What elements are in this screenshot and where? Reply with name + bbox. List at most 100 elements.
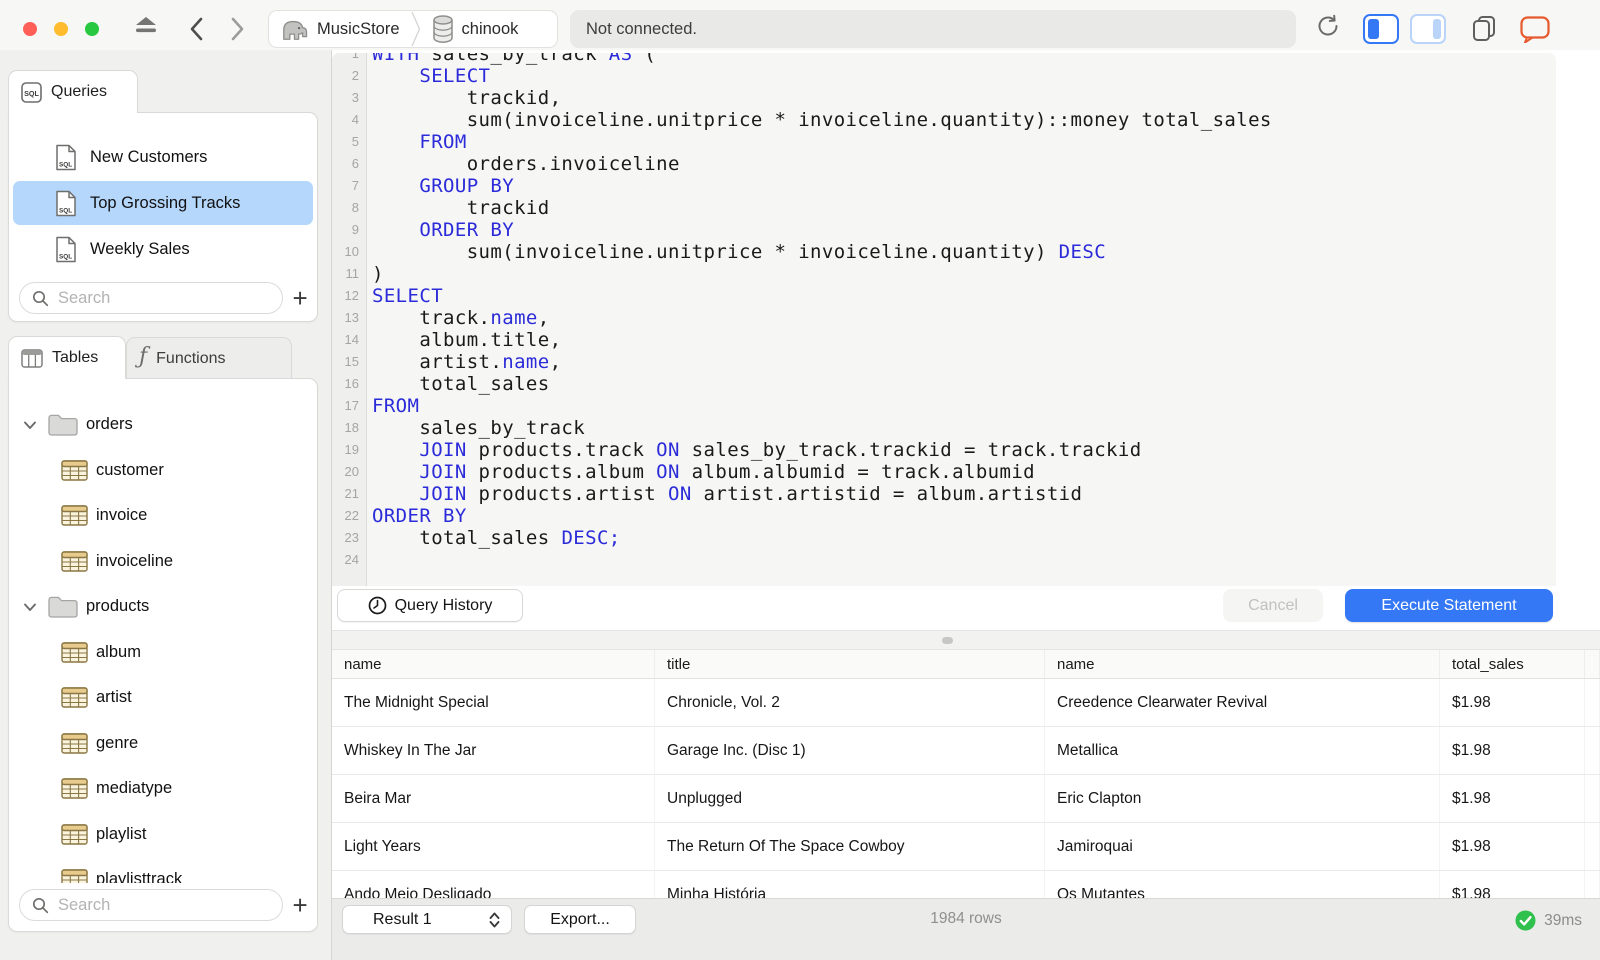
code-line[interactable]: 19 JOIN products.track ON sales_by_track… bbox=[332, 439, 1556, 461]
code-line[interactable]: 14 album.title, bbox=[332, 329, 1556, 351]
tree-table-row[interactable]: artist bbox=[9, 675, 317, 720]
tree-table-row[interactable]: invoiceline bbox=[9, 539, 317, 584]
table-cell[interactable]: Os Mutantes bbox=[1045, 871, 1440, 898]
toggle-left-sidebar-button[interactable] bbox=[1363, 14, 1399, 44]
minimize-window-button[interactable] bbox=[54, 22, 68, 36]
tree-table-row[interactable]: mediatype bbox=[9, 766, 317, 811]
table-row[interactable]: The Midnight Special Chronicle, Vol. 2 Cre… bbox=[332, 679, 1600, 727]
chevron-down-icon[interactable] bbox=[23, 601, 37, 613]
table-cell[interactable]: Creedence Clearwater Revival bbox=[1045, 679, 1440, 726]
table-cell[interactable]: $1.98 bbox=[1440, 775, 1585, 822]
forward-button[interactable] bbox=[226, 15, 248, 43]
table-cell[interactable]: Unplugged bbox=[655, 775, 1045, 822]
table-row[interactable]: Beira Mar Unplugged Eric Clapton $1.98 bbox=[332, 775, 1600, 823]
toggle-right-sidebar-button[interactable] bbox=[1410, 14, 1446, 44]
refresh-icon[interactable] bbox=[1314, 14, 1342, 37]
table-row[interactable]: Light Years The Return Of The Space Cowbo… bbox=[332, 823, 1600, 871]
column-header[interactable]: total_sales bbox=[1440, 650, 1585, 678]
table-cell[interactable]: Jamiroquai bbox=[1045, 823, 1440, 870]
query-item[interactable]: SQL New Customers bbox=[13, 135, 313, 179]
column-header[interactable]: title bbox=[655, 650, 1045, 678]
code-line[interactable]: 16 total_sales bbox=[332, 373, 1556, 395]
table-cell[interactable]: $1.98 bbox=[1440, 871, 1585, 898]
table-cell[interactable] bbox=[1585, 775, 1600, 822]
code-line[interactable]: 3 trackid, bbox=[332, 87, 1556, 109]
column-header[interactable] bbox=[1585, 650, 1600, 678]
code-line[interactable]: 24 bbox=[332, 549, 1556, 571]
windows-overlap-icon[interactable] bbox=[1468, 13, 1500, 43]
pane-divider[interactable] bbox=[332, 630, 1600, 650]
pane-drag-handle[interactable] bbox=[942, 637, 953, 644]
code-line[interactable]: 12 SELECT bbox=[332, 285, 1556, 307]
column-header[interactable]: name bbox=[332, 650, 655, 678]
add-table-button[interactable]: + bbox=[283, 889, 317, 921]
code-line[interactable]: 11) bbox=[332, 263, 1556, 285]
sql-editor[interactable]: 1 WITH sales_by_track AS (2 SELECT 3 track… bbox=[332, 53, 1556, 586]
code-line[interactable]: 22 ORDER BY bbox=[332, 505, 1556, 527]
breadcrumb-database[interactable]: chinook bbox=[422, 11, 529, 47]
table-cell[interactable] bbox=[1585, 727, 1600, 774]
table-cell[interactable]: The Midnight Special bbox=[332, 679, 655, 726]
table-cell[interactable]: Beira Mar bbox=[332, 775, 655, 822]
table-cell[interactable]: Eric Clapton bbox=[1045, 775, 1440, 822]
code-line[interactable]: 4 sum(invoiceline.unitprice * invoicelin… bbox=[332, 109, 1556, 131]
code-line[interactable]: 2 SELECT bbox=[332, 65, 1556, 87]
table-cell[interactable]: Whiskey In The Jar bbox=[332, 727, 655, 774]
chat-bubble-icon[interactable] bbox=[1518, 14, 1552, 44]
code-line[interactable]: 13 track.name, bbox=[332, 307, 1556, 329]
table-cell[interactable]: $1.98 bbox=[1440, 823, 1585, 870]
table-cell[interactable]: Ando Meio Desligado bbox=[332, 871, 655, 898]
code-line[interactable]: 17 FROM bbox=[332, 395, 1556, 417]
column-header[interactable]: name bbox=[1045, 650, 1440, 678]
table-cell[interactable]: $1.98 bbox=[1440, 679, 1585, 726]
tree-table-row[interactable]: genre bbox=[9, 721, 317, 766]
tables-search-input[interactable] bbox=[56, 894, 260, 916]
queries-search-input-box[interactable] bbox=[19, 282, 284, 314]
code-line[interactable]: 23 total_sales DESC; bbox=[332, 527, 1556, 549]
add-query-button[interactable]: + bbox=[283, 282, 317, 314]
tree-folder-row[interactable]: products bbox=[9, 584, 317, 629]
code-line[interactable]: 1 WITH sales_by_track AS ( bbox=[332, 53, 1556, 65]
tree-table-row[interactable]: invoice bbox=[9, 493, 317, 538]
tab-tables[interactable]: Tables bbox=[8, 336, 126, 379]
tab-queries[interactable]: SQL Queries bbox=[8, 70, 138, 113]
code-line[interactable]: 7 GROUP BY bbox=[332, 175, 1556, 197]
code-line[interactable]: 9 ORDER BY bbox=[332, 219, 1556, 241]
tree-table-row[interactable]: customer bbox=[9, 448, 317, 493]
chevron-down-icon[interactable] bbox=[23, 419, 37, 431]
table-cell[interactable]: Minha História bbox=[655, 871, 1045, 898]
cancel-button[interactable]: Cancel bbox=[1223, 589, 1323, 622]
sql-code[interactable]: 1 WITH sales_by_track AS (2 SELECT 3 track… bbox=[332, 53, 1556, 571]
eject-icon[interactable] bbox=[133, 15, 159, 35]
back-button[interactable] bbox=[185, 15, 207, 43]
code-line[interactable]: 21 JOIN products.artist ON artist.artist… bbox=[332, 483, 1556, 505]
query-item[interactable]: SQL Top Grossing Tracks bbox=[13, 181, 313, 225]
tables-search-input-box[interactable] bbox=[19, 889, 284, 921]
table-cell[interactable] bbox=[1585, 679, 1600, 726]
table-cell[interactable] bbox=[1585, 871, 1600, 898]
code-line[interactable]: 10 sum(invoiceline.unitprice * invoiceli… bbox=[332, 241, 1556, 263]
queries-search-input[interactable] bbox=[56, 287, 260, 309]
zoom-window-button[interactable] bbox=[85, 22, 99, 36]
tree-table-row[interactable]: playlist bbox=[9, 812, 317, 857]
code-line[interactable]: 15 artist.name, bbox=[332, 351, 1556, 373]
execute-statement-button[interactable]: Execute Statement bbox=[1345, 589, 1553, 622]
tree-folder-row[interactable]: orders bbox=[9, 402, 317, 447]
tree-table-row[interactable]: album bbox=[9, 630, 317, 675]
close-window-button[interactable] bbox=[23, 22, 37, 36]
code-line[interactable]: 18 sales_by_track bbox=[332, 417, 1556, 439]
query-history-button[interactable]: Query History bbox=[337, 589, 523, 622]
code-line[interactable]: 5 FROM bbox=[332, 131, 1556, 153]
table-cell[interactable]: The Return Of The Space Cowboy bbox=[655, 823, 1045, 870]
breadcrumb-server[interactable]: MusicStore bbox=[269, 11, 410, 47]
table-cell[interactable]: Light Years bbox=[332, 823, 655, 870]
table-cell[interactable]: Metallica bbox=[1045, 727, 1440, 774]
table-cell[interactable]: $1.98 bbox=[1440, 727, 1585, 774]
code-line[interactable]: 6 orders.invoiceline bbox=[332, 153, 1556, 175]
query-item[interactable]: SQL Weekly Sales bbox=[13, 227, 313, 271]
table-cell[interactable] bbox=[1585, 823, 1600, 870]
code-line[interactable]: 8 trackid bbox=[332, 197, 1556, 219]
code-line[interactable]: 20 JOIN products.album ON album.albumid … bbox=[332, 461, 1556, 483]
table-cell[interactable]: Chronicle, Vol. 2 bbox=[655, 679, 1045, 726]
table-row[interactable]: Ando Meio Desligado Minha História Os Muta… bbox=[332, 871, 1600, 898]
